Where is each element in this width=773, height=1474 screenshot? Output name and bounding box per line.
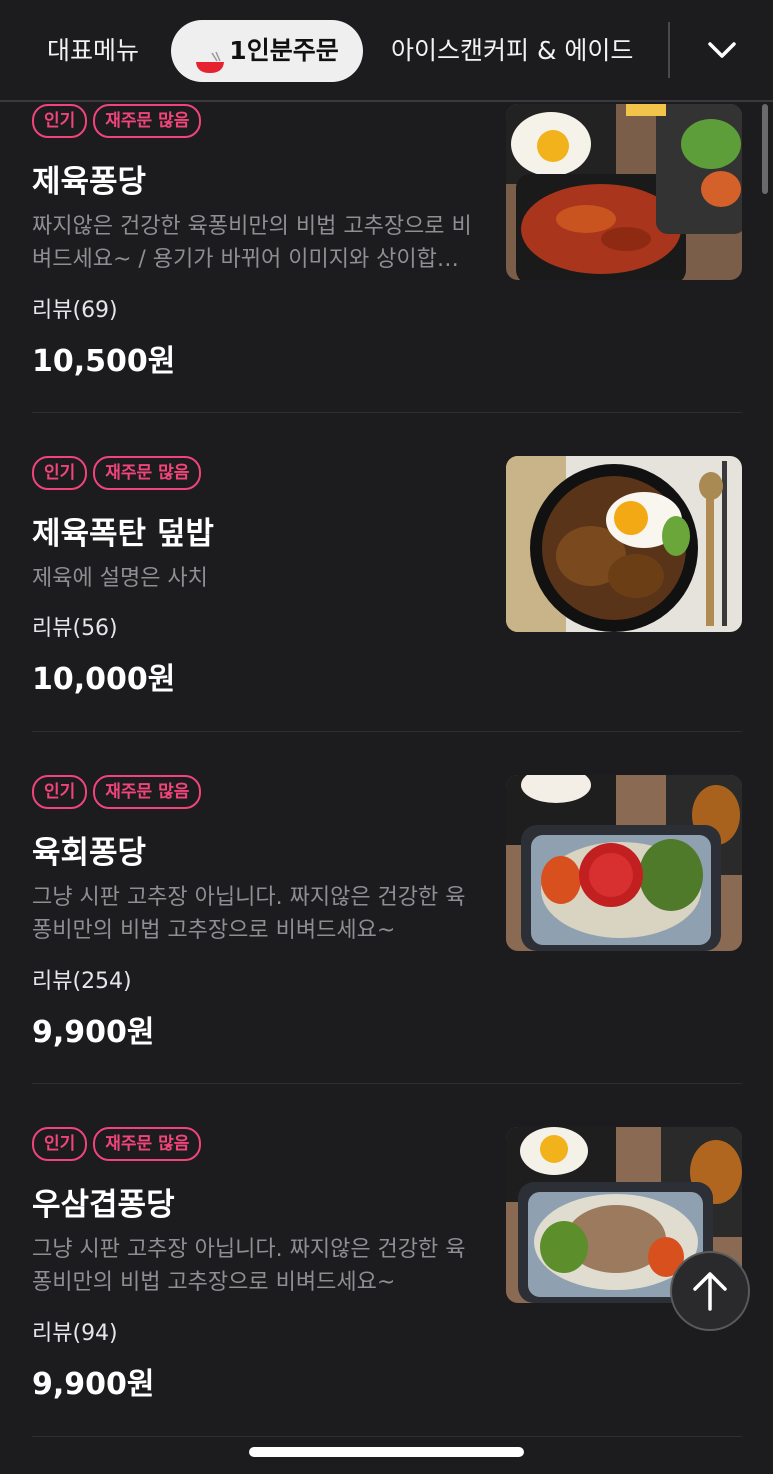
badge-popular: 인기	[32, 456, 88, 490]
home-indicator[interactable]	[249, 1447, 524, 1457]
category-tab-bar: 대표메뉴 1인분주문 아이스캔커피 & 에이드	[0, 0, 773, 102]
badge-reorder: 재주문 많음	[93, 104, 202, 138]
item-separator	[32, 1436, 742, 1437]
red-bowl-icon	[195, 36, 225, 73]
menu-item-photo	[506, 775, 742, 951]
menu-item-price: 10,500원	[32, 344, 176, 379]
menu-item-description: 짜지않은 건강한 육퐁비만의 비법 고추장으로 비벼드세요~ / 용기가 바뀌어…	[32, 214, 472, 272]
menu-item-review-count: 리뷰(254)	[32, 969, 132, 994]
menu-screen: 대표메뉴 1인분주문 아이스캔커피 & 에이드 인기 재주문 많음 제육퐁당 짜지…	[0, 0, 773, 1474]
tab-representative-menu[interactable]: 대표메뉴	[47, 20, 139, 82]
badge-reorder: 재주문 많음	[93, 456, 202, 490]
badge-group: 인기 재주문 많음	[32, 1127, 207, 1161]
item-separator	[32, 412, 742, 413]
tab-single-order[interactable]: 1인분주문	[171, 20, 363, 82]
scrollbar[interactable]	[762, 104, 768, 194]
menu-item-yukhoe-pongdang[interactable]: 인기 재주문 많음 육회퐁당 그냥 시판 고추장 아닙니다. 짜지않은 건강한 육…	[32, 775, 742, 1050]
arrow-up-icon	[693, 1272, 727, 1311]
menu-item-jeyuk-pongdang[interactable]: 인기 재주문 많음 제육퐁당 짜지않은 건강한 육퐁비만의 비법 고추장으로 비벼…	[32, 104, 742, 384]
menu-item-description: 그냥 시판 고추장 아닙니다. 짜지않은 건강한 육퐁비만의 비법 고추장으로 …	[32, 1237, 466, 1295]
menu-item-price: 10,000원	[32, 662, 176, 697]
menu-item-name: 우삼겹퐁당	[32, 1187, 175, 1223]
badge-popular: 인기	[32, 104, 88, 138]
menu-item-price: 9,900원	[32, 1015, 155, 1050]
scroll-to-top-button[interactable]	[670, 1251, 750, 1331]
menu-item-name: 제육퐁당	[32, 164, 147, 200]
badge-popular: 인기	[32, 1127, 88, 1161]
tab-single-order-label: 1인분주문	[229, 36, 339, 65]
item-separator	[32, 1083, 742, 1084]
badge-reorder: 재주문 많음	[93, 1127, 202, 1161]
item-separator	[32, 731, 742, 732]
menu-item-photo	[506, 456, 742, 632]
menu-item-review-count: 리뷰(56)	[32, 616, 118, 641]
tab-divider	[668, 22, 670, 78]
menu-item-price: 9,900원	[32, 1367, 155, 1402]
tab-iced-coffee-ade[interactable]: 아이스캔커피 & 에이드	[391, 20, 633, 82]
menu-item-description: 제육에 설명은 사치	[32, 566, 208, 591]
badge-group: 인기 재주문 많음	[32, 104, 207, 138]
menu-item-photo	[506, 104, 742, 280]
menu-item-usamgyeop-pongdang[interactable]: 인기 재주문 많음 우삼겹퐁당 그냥 시판 고추장 아닙니다. 짜지않은 건강한 …	[32, 1127, 742, 1407]
menu-item-review-count: 리뷰(94)	[32, 1321, 118, 1346]
menu-item-review-count: 리뷰(69)	[32, 298, 118, 323]
menu-item-name: 제육폭탄 덮밥	[32, 516, 214, 552]
menu-item-jeyuk-poktan-deopbap[interactable]: 인기 재주문 많음 제육폭탄 덮밥 제육에 설명은 사치 리뷰(56) 10,00…	[32, 456, 742, 706]
menu-item-description: 그냥 시판 고추장 아닙니다. 짜지않은 건강한 육퐁비만의 비법 고추장으로 …	[32, 885, 466, 943]
badge-group: 인기 재주문 많음	[32, 456, 207, 490]
badge-group: 인기 재주문 많음	[32, 775, 207, 809]
badge-popular: 인기	[32, 775, 88, 809]
menu-item-name: 육회퐁당	[32, 835, 147, 871]
badge-reorder: 재주문 많음	[93, 775, 202, 809]
chevron-down-icon[interactable]	[700, 28, 744, 72]
